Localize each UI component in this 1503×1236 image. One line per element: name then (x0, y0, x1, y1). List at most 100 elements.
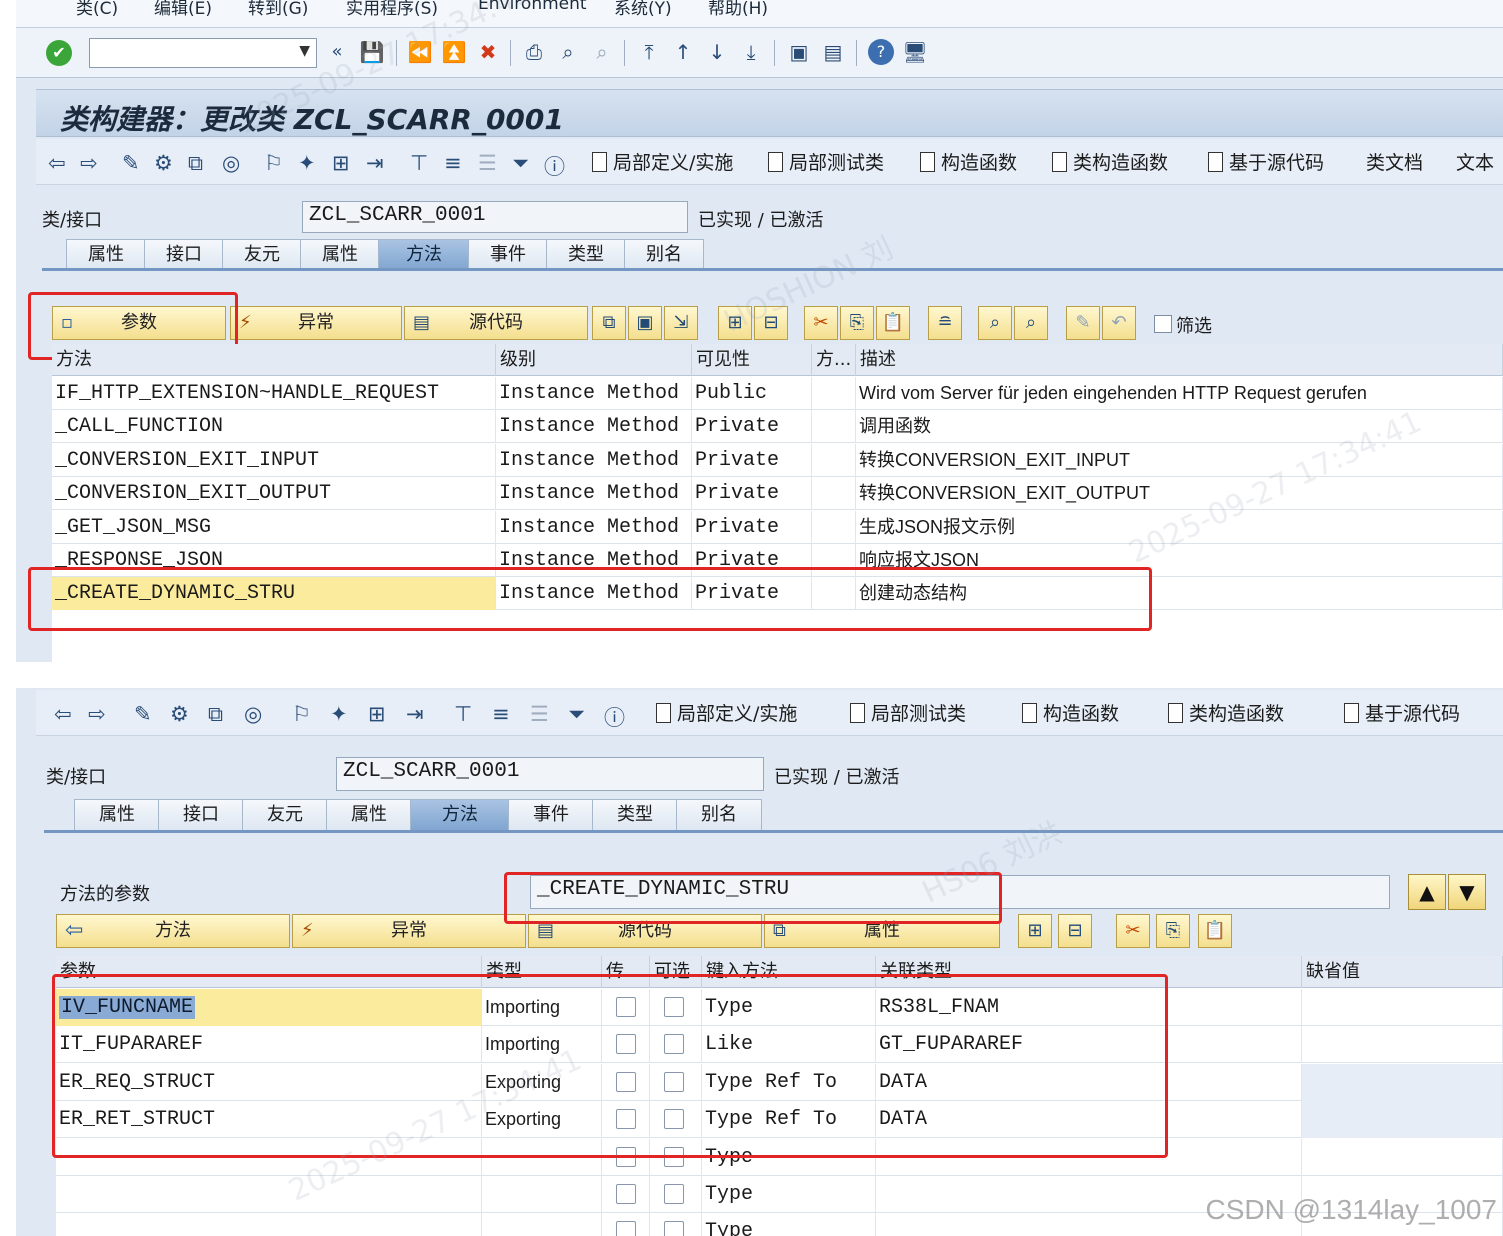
default-value-cell[interactable] (1302, 1101, 1503, 1139)
parameter-name-cell[interactable] (56, 1176, 482, 1213)
edit-disabled-icon[interactable]: ✎ (1066, 306, 1100, 340)
source-based-button[interactable]: 基于源代码 (1344, 699, 1460, 726)
find-next-icon[interactable]: ⌕ (589, 39, 615, 65)
list-icon[interactable]: ☰ (478, 151, 497, 175)
insert-row-icon[interactable]: ⊞ (718, 306, 752, 340)
methods-back-button[interactable]: ⇦ 方法 (56, 914, 290, 948)
test-icon[interactable]: ⇥ (366, 151, 384, 175)
method-name-cell[interactable]: _GET_JSON_MSG (52, 510, 496, 544)
info-icon[interactable]: ⓘ (604, 702, 625, 732)
local-def-button[interactable]: 局部定义/实施 (656, 699, 797, 726)
undo-stack-icon[interactable]: ≘ (928, 306, 962, 340)
previous-page-icon[interactable]: ↑ (670, 39, 696, 65)
parameter-type-cell[interactable] (482, 1176, 602, 1213)
back-arrow-icon[interactable]: ⇦ (48, 151, 66, 175)
where-used-icon[interactable]: ⊞ (368, 702, 386, 726)
optional-checkbox[interactable] (664, 1221, 684, 1236)
active-inactive-icon[interactable]: ⚙ (154, 151, 173, 175)
layout-monitor-icon[interactable]: 🖥 (902, 39, 928, 65)
column-description[interactable]: 描述 (856, 344, 1503, 376)
default-value-cell[interactable] (1302, 989, 1503, 1026)
class-doc-button[interactable]: 类文档 (1366, 148, 1423, 175)
cut-icon[interactable]: ✂ (1116, 914, 1150, 948)
search-icon[interactable]: ⌕ (978, 306, 1012, 340)
menu-help[interactable]: 帮助(H) (708, 0, 768, 19)
constructor-button[interactable]: 构造函数 (1022, 699, 1119, 726)
method-name-cell[interactable]: IF_HTTP_EXTENSION~HANDLE_REQUEST (52, 377, 496, 410)
other-object-icon[interactable]: ⧉ (188, 151, 203, 176)
where-used-icon[interactable]: ⊞ (332, 151, 350, 175)
activate-icon[interactable]: ⚐ (264, 151, 283, 175)
tab-events[interactable]: 事件 (508, 799, 594, 831)
delete-row-icon[interactable]: ⊟ (1058, 914, 1092, 948)
print-icon[interactable]: ⎙ (521, 39, 547, 65)
menu-edit[interactable]: 编辑(E) (154, 0, 212, 19)
exceptions-button[interactable]: ⚡ 异常 (230, 306, 402, 340)
method-name-cell[interactable]: _CONVERSION_EXIT_INPUT (52, 443, 496, 477)
text-button[interactable]: 文本 (1456, 148, 1494, 175)
hierarchy-icon[interactable]: ⊤ (410, 151, 428, 175)
class-name-field[interactable]: ZCL_SCARR_0001 (302, 201, 688, 233)
filter-checkbox[interactable] (1154, 315, 1172, 333)
paste-icon[interactable]: 📋 (876, 306, 910, 340)
hierarchy-icon[interactable]: ⊤ (454, 702, 472, 726)
sort-icon[interactable]: ≡ (492, 702, 510, 726)
collapse-icon[interactable]: « (324, 39, 350, 65)
chevron-down-icon[interactable]: ▼ (299, 43, 310, 59)
test-icon[interactable]: ⇥ (406, 702, 424, 726)
back-arrow-icon[interactable]: ⇦ (54, 702, 72, 726)
parameter-type-cell[interactable] (482, 1213, 602, 1236)
typing-method-cell[interactable]: Type (702, 1176, 876, 1213)
tab-types[interactable]: 类型 (592, 799, 678, 831)
tab-attributes[interactable]: 属性 (300, 239, 380, 271)
menu-environment[interactable]: Environment (478, 0, 587, 14)
pass-by-value-checkbox[interactable] (616, 1221, 636, 1236)
check-icon[interactable]: ◎ (244, 702, 262, 726)
wand-icon[interactable]: ✦ (298, 151, 316, 175)
previous-method-button[interactable]: ▲ (1408, 874, 1446, 910)
optional-checkbox[interactable] (664, 1184, 684, 1204)
find-icon[interactable]: ⌕ (555, 39, 581, 65)
tab-interfaces[interactable]: 接口 (144, 239, 224, 271)
forward-arrow-icon[interactable]: ⇨ (88, 702, 106, 726)
tab-friends[interactable]: 友元 (222, 239, 302, 271)
class-constructor-button[interactable]: 类构造函数 (1052, 148, 1168, 175)
source-code-button[interactable]: ▤ 源代码 (404, 306, 588, 340)
paste-icon[interactable]: 📋 (1198, 914, 1232, 948)
default-value-cell[interactable] (1302, 1138, 1503, 1176)
tab-interfaces[interactable]: 接口 (158, 799, 244, 831)
copy-method-icon[interactable]: ▣ (628, 306, 662, 340)
copy-icon[interactable]: ⎘ (840, 306, 874, 340)
local-def-button[interactable]: 局部定义/实施 (592, 148, 733, 175)
tab-methods[interactable]: 方法 (378, 239, 470, 271)
class-constructor-button[interactable]: 类构造函数 (1168, 699, 1284, 726)
display-change-icon[interactable]: ✎ (122, 151, 140, 175)
default-value-cell[interactable] (1302, 1026, 1503, 1064)
method-name-cell[interactable]: _CONVERSION_EXIT_OUTPUT (52, 477, 496, 511)
copy-icon[interactable]: ⎘ (1156, 914, 1190, 948)
typing-method-cell[interactable]: Type (702, 1213, 876, 1236)
exceptions-button[interactable]: ⚡ 异常 (292, 914, 526, 948)
menu-goto[interactable]: 转到(G) (248, 0, 308, 19)
back-icon[interactable]: ⏪ (407, 39, 433, 65)
tab-attributes[interactable]: 属性 (326, 799, 412, 831)
activate-icon[interactable]: ⚐ (292, 702, 311, 726)
other-object-icon[interactable]: ⧉ (208, 702, 223, 727)
source-based-button[interactable]: 基于源代码 (1208, 148, 1324, 175)
tab-friends[interactable]: 友元 (242, 799, 328, 831)
column-level[interactable]: 级别 (496, 344, 692, 376)
filter-icon[interactable]: ⏷ (512, 151, 529, 176)
navigate-icon[interactable]: ⇲ (664, 306, 698, 340)
active-inactive-icon[interactable]: ⚙ (170, 702, 189, 726)
next-page-icon[interactable]: ↓ (704, 39, 730, 65)
tab-methods[interactable]: 方法 (410, 799, 510, 831)
exit-icon[interactable]: ⏫ (441, 39, 467, 65)
column-default-value[interactable]: 缺省值 (1302, 956, 1503, 988)
save-icon[interactable]: 💾 (359, 39, 385, 65)
list-icon[interactable]: ☰ (530, 702, 549, 726)
method-row[interactable]: _GET_JSON_MSG Instance Method Private 生成JSO… (52, 510, 1503, 544)
first-page-icon[interactable]: ⤒ (636, 39, 662, 65)
tab-aliases[interactable]: 别名 (624, 239, 704, 271)
tab-types[interactable]: 类型 (546, 239, 626, 271)
detail-view-icon[interactable]: ⧉ (592, 306, 626, 340)
